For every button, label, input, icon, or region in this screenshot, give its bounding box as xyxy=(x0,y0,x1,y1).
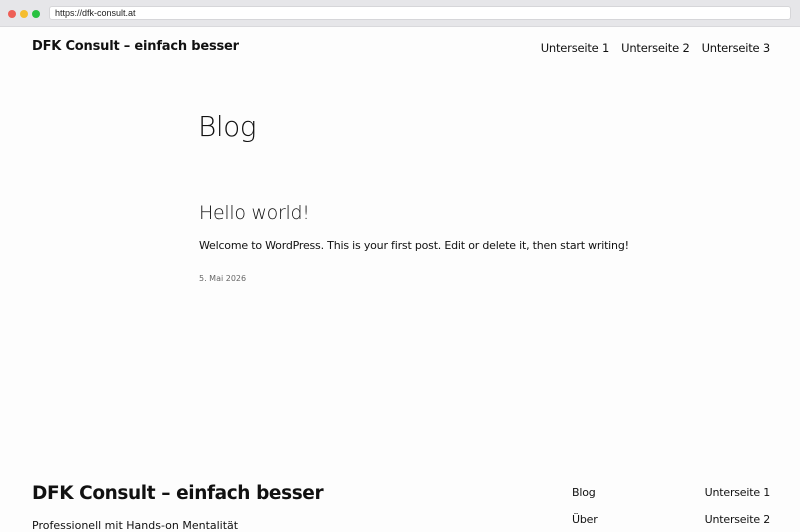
primary-nav: Unterseite 1 Unterseite 2 Unterseite 3 xyxy=(541,41,771,55)
minimize-window-button[interactable] xyxy=(20,10,28,18)
footer-link-unterseite-2[interactable]: Unterseite 2 xyxy=(705,513,771,526)
close-window-button[interactable] xyxy=(8,10,16,18)
footer-link-ueber[interactable]: Über xyxy=(572,513,598,526)
browser-toolbar: https://dfk-consult.at xyxy=(0,0,800,27)
post-title-link[interactable]: Hello world! xyxy=(199,202,310,224)
nav-link-unterseite-1[interactable]: Unterseite 1 xyxy=(541,41,610,55)
page-title: Blog xyxy=(198,110,257,143)
footer-tagline: Professionell mit Hands-on Mentalität xyxy=(32,519,239,532)
footer-site-title[interactable]: DFK Consult – einfach besser xyxy=(32,483,324,504)
footer-nav-left: Blog Über xyxy=(572,486,598,526)
footer-link-blog[interactable]: Blog xyxy=(572,486,598,499)
post-excerpt: Welcome to WordPress. This is your first… xyxy=(199,239,629,252)
footer-nav-right: Unterseite 1 Unterseite 2 xyxy=(705,486,771,526)
maximize-window-button[interactable] xyxy=(32,10,40,18)
nav-link-unterseite-3[interactable]: Unterseite 3 xyxy=(702,41,771,55)
footer-link-unterseite-1[interactable]: Unterseite 1 xyxy=(705,486,771,499)
address-bar[interactable]: https://dfk-consult.at xyxy=(49,6,791,20)
site-title[interactable]: DFK Consult – einfach besser xyxy=(32,39,239,54)
post-date[interactable]: 5. Mai 2026 xyxy=(199,274,246,283)
nav-link-unterseite-2[interactable]: Unterseite 2 xyxy=(621,41,690,55)
